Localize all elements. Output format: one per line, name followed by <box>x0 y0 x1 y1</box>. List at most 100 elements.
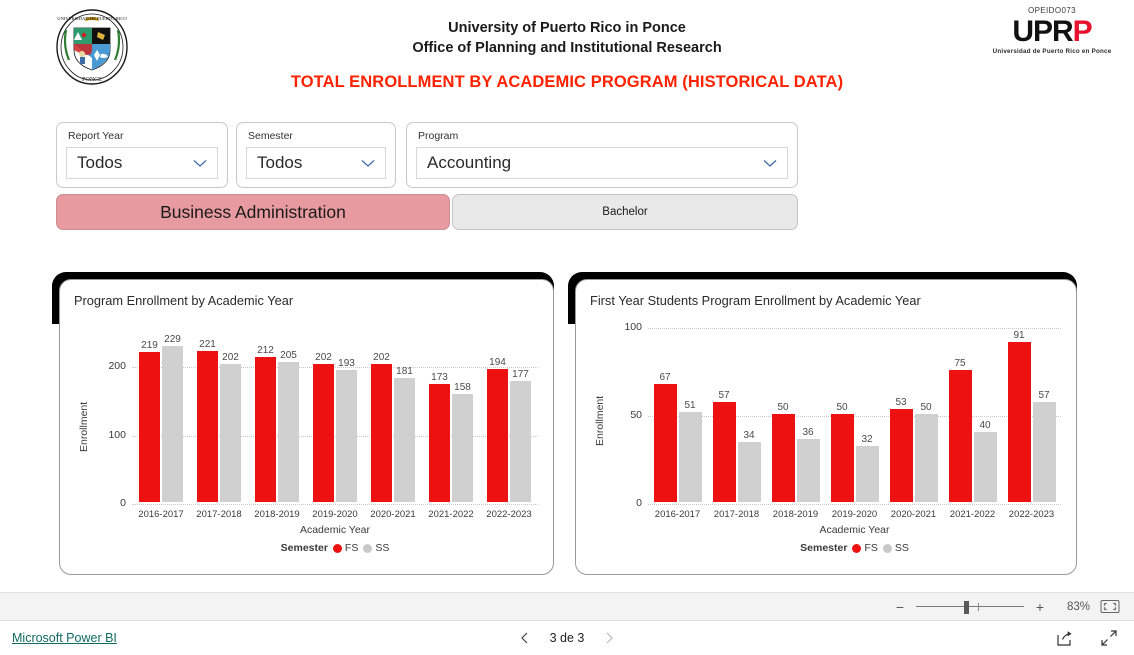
page-indicator: 3 de 3 <box>549 631 585 645</box>
legend-item-ss[interactable]: SS <box>882 542 909 554</box>
chevron-down-icon[interactable] <box>359 154 377 172</box>
x-axis-tick: 2019-2020 <box>831 509 878 520</box>
bar-fs[interactable] <box>948 370 972 502</box>
bar-ss[interactable] <box>914 414 938 502</box>
chevron-down-icon[interactable] <box>761 154 779 172</box>
legend-item-ss[interactable]: SS <box>363 542 389 554</box>
bar-fs[interactable] <box>1007 341 1031 502</box>
bar-fs[interactable] <box>712 401 736 502</box>
zoom-level-value: 83% <box>1066 600 1090 613</box>
bar-ss[interactable] <box>796 438 820 502</box>
chart-card-first-year-enrollment: First Year Students Program Enrollment b… <box>568 272 1077 575</box>
gridline <box>648 504 1061 505</box>
x-axis-tick: 2021-2022 <box>428 509 474 520</box>
x-axis-tick: 2018-2019 <box>772 509 819 520</box>
slicer-semester-dropdown[interactable]: Todos <box>246 147 386 179</box>
bar-fs[interactable] <box>889 408 913 502</box>
x-axis-tick: 2018-2019 <box>254 509 300 520</box>
bar-value-label: 177 <box>512 369 529 381</box>
bar-chart-program-enrollment[interactable]: Enrollment 0 100 200 219 229 2016-2017 221 202 20… <box>60 314 553 574</box>
bar-value-label: 194 <box>489 357 506 369</box>
bar-ss[interactable] <box>452 394 473 502</box>
slicer-program-value: Accounting <box>427 153 512 172</box>
bar-value-label: 50 <box>920 402 932 413</box>
bar-value-label: 50 <box>777 402 789 413</box>
bar-ss[interactable] <box>336 370 357 502</box>
zoom-in-button[interactable]: + <box>1034 599 1046 615</box>
gridline <box>648 328 1061 329</box>
slicer-report-year[interactable]: Report Year Todos <box>56 122 228 188</box>
chart-legend: Semester FS SS <box>648 542 1061 554</box>
y-axis-tick: 100 <box>108 428 126 441</box>
legend-item-fs[interactable]: FS <box>332 542 359 554</box>
bar-ss[interactable] <box>1032 401 1056 502</box>
slicer-program-label: Program <box>418 130 459 142</box>
bar-value-label: 181 <box>396 366 413 378</box>
bar-value-label: 57 <box>1038 389 1050 401</box>
legend-label: FS <box>344 542 359 554</box>
bar-fs[interactable] <box>429 383 450 502</box>
slicer-report-year-dropdown[interactable]: Todos <box>66 147 218 179</box>
status-bar: Microsoft Power BI 3 de 3 <box>0 621 1134 655</box>
fullscreen-icon[interactable] <box>1100 629 1118 647</box>
chevron-down-icon[interactable] <box>191 154 209 172</box>
y-axis-tick: 200 <box>108 360 126 373</box>
bar-ss[interactable] <box>510 381 531 502</box>
bar-fs[interactable] <box>313 363 334 502</box>
bar-fs[interactable] <box>371 363 392 502</box>
zoom-out-button[interactable]: − <box>894 599 906 615</box>
fit-to-page-icon[interactable] <box>1100 599 1120 614</box>
tab-bachelor[interactable]: Bachelor <box>452 194 798 230</box>
svg-text:PONCE: PONCE <box>82 77 102 83</box>
y-axis-title: Enrollment <box>78 401 90 452</box>
gridline <box>132 504 538 505</box>
bar-value-label: 51 <box>684 400 696 412</box>
chevron-right-icon[interactable] <box>602 631 616 645</box>
bar-ss[interactable] <box>278 361 299 502</box>
legend-item-fs[interactable]: FS <box>852 542 878 554</box>
bar-ss[interactable] <box>162 345 183 502</box>
bar-fs[interactable] <box>139 352 160 502</box>
bar-chart-first-year-enrollment[interactable]: Enrollment 0 50 100 67 51 2016-2017 57 34 2017-20… <box>576 314 1076 574</box>
slicer-program[interactable]: Program Accounting <box>406 122 798 188</box>
zoom-slider[interactable] <box>916 600 1024 614</box>
bar-fs[interactable] <box>255 357 276 502</box>
slicer-report-year-value: Todos <box>77 153 123 172</box>
bar-ss[interactable] <box>394 378 415 502</box>
bar-ss[interactable] <box>678 412 702 502</box>
bar-ss[interactable] <box>973 431 997 502</box>
bar-ss[interactable] <box>737 442 761 502</box>
y-axis-tick: 100 <box>624 321 642 333</box>
y-axis-tick: 50 <box>630 409 642 421</box>
slicer-semester[interactable]: Semester Todos <box>236 122 396 188</box>
legend-swatch <box>363 543 373 553</box>
bar-value-label: 75 <box>954 358 966 369</box>
card-surface: First Year Students Program Enrollment b… <box>575 279 1077 575</box>
tab-business-administration-label: Business Administration <box>160 201 346 222</box>
x-axis-title: Academic Year <box>819 524 890 536</box>
x-axis-tick: 2022-2023 <box>1008 509 1055 520</box>
bar-ss[interactable] <box>855 445 879 502</box>
bar-fs[interactable] <box>197 350 218 502</box>
slicer-report-year-label: Report Year <box>68 130 124 142</box>
x-axis-tick: 2017-2018 <box>713 509 760 520</box>
chart-title: Program Enrollment by Academic Year <box>74 293 294 308</box>
gridline <box>648 416 1061 417</box>
chart-card-program-enrollment: Program Enrollment by Academic Year Enro… <box>52 272 554 575</box>
slicer-program-dropdown[interactable]: Accounting <box>416 147 788 179</box>
x-axis-title: Academic Year <box>299 524 371 536</box>
org-line-1: University of Puerto Rico in Ponce <box>448 20 686 36</box>
tab-business-administration[interactable]: Business Administration <box>56 194 450 230</box>
bar-fs[interactable] <box>487 369 508 502</box>
slicer-semester-label: Semester <box>248 130 293 142</box>
uprp-logo-upr: UPR <box>1012 15 1073 48</box>
chevron-left-icon[interactable] <box>518 631 532 645</box>
legend-swatch <box>852 543 862 553</box>
status-bar-actions <box>1056 629 1118 647</box>
legend-title: Semester <box>800 542 848 554</box>
share-icon[interactable] <box>1056 629 1074 647</box>
zoom-slider-thumb[interactable] <box>964 600 969 614</box>
legend-swatch <box>332 543 342 553</box>
bar-fs[interactable] <box>830 414 854 502</box>
bar-ss[interactable] <box>220 363 241 502</box>
